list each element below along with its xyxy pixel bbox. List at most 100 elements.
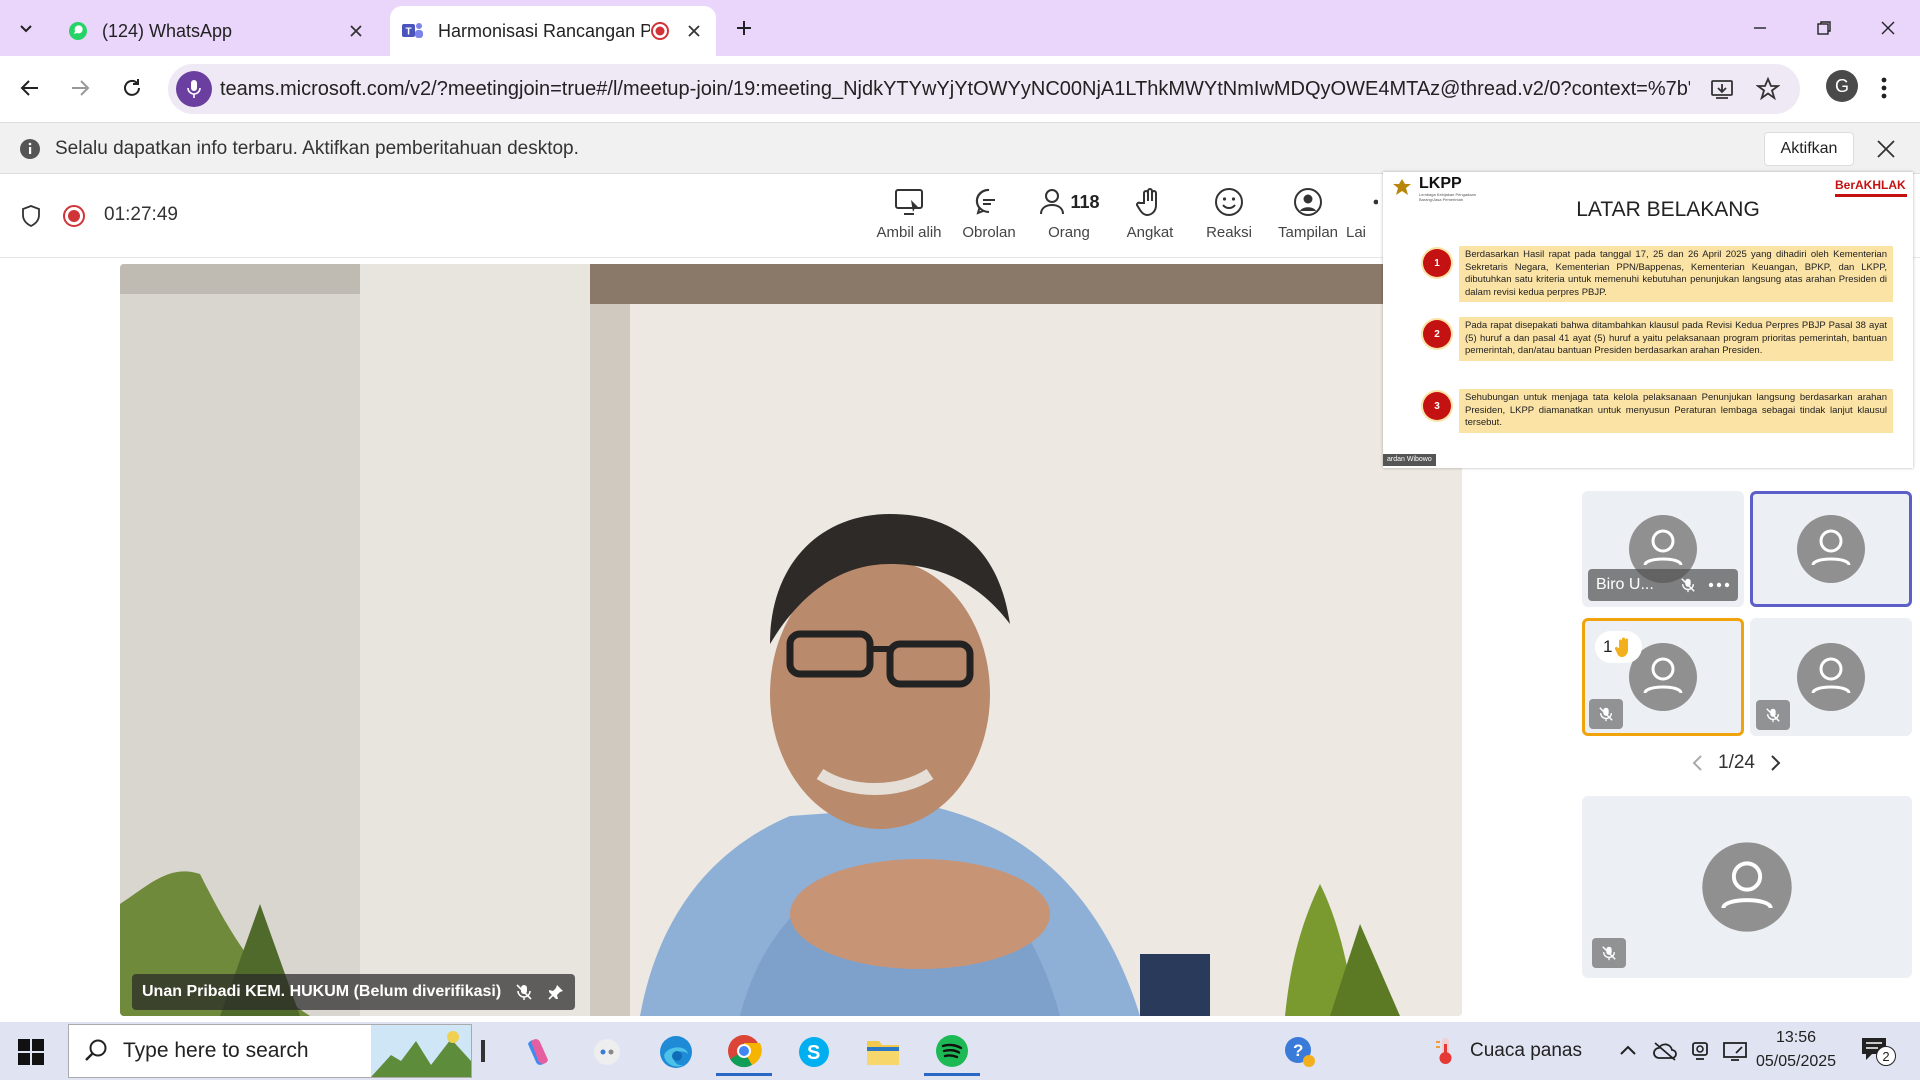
mic-off-icon	[1766, 708, 1780, 723]
tab-teams-meeting[interactable]: T Harmonisasi Rancangan Pe	[390, 6, 716, 56]
more-button[interactable]: Lai	[1346, 186, 1386, 241]
new-tab-button[interactable]	[728, 12, 760, 44]
back-button[interactable]	[10, 68, 50, 108]
participant-tile-speaking[interactable]	[1750, 491, 1912, 607]
self-view-tile[interactable]	[1582, 796, 1912, 978]
tab-strip: (124) WhatsApp T Harmonisasi Rancangan P…	[0, 0, 1920, 56]
address-bar[interactable]: teams.microsoft.com/v2/?meetingjoin=true…	[168, 64, 1800, 114]
participant-name: Unan Pribadi KEM. HUKUM (Belum diverifik…	[142, 983, 502, 1000]
task-view-divider	[481, 1040, 485, 1062]
browser-toolbar: teams.microsoft.com/v2/?meetingjoin=true…	[0, 56, 1920, 122]
taskbar-app-meet[interactable]	[579, 1028, 635, 1076]
chevron-down-icon	[20, 25, 32, 33]
close-icon	[350, 25, 362, 37]
tab-whatsapp[interactable]: (124) WhatsApp	[58, 6, 378, 56]
taskbar-app-edge[interactable]	[648, 1028, 704, 1076]
chevron-right-icon[interactable]	[1767, 753, 1783, 773]
shield-icon[interactable]	[20, 204, 42, 228]
minimize-button[interactable]	[1728, 0, 1792, 56]
more-options-icon[interactable]	[1708, 582, 1730, 588]
svg-text:T: T	[406, 27, 412, 38]
taskbar-app-skype[interactable]: S	[786, 1028, 842, 1076]
chat-button[interactable]: Obrolan	[949, 186, 1029, 241]
participant-tile-hand-raised[interactable]: 1	[1582, 618, 1744, 736]
hand-raised-count: 1	[1603, 637, 1613, 656]
tab-title: (124) WhatsApp	[102, 20, 233, 41]
raise-hand-label: Angkat	[1126, 224, 1174, 241]
main-participant-video[interactable]	[120, 264, 1462, 1016]
view-button[interactable]: Tampilan	[1268, 186, 1348, 241]
tile-mic-indicator	[1756, 700, 1790, 730]
close-icon	[1877, 140, 1895, 158]
self-mic-indicator	[1592, 938, 1626, 968]
close-tab-button[interactable]	[342, 17, 370, 45]
slide-title: LATAR BELAKANG	[1576, 198, 1760, 221]
notification-message: Selalu dapatkan info terbaru. Aktifkan p…	[55, 138, 579, 159]
mic-access-icon[interactable]	[176, 71, 212, 107]
participant-tile[interactable]: Biro U...	[1582, 491, 1744, 607]
take-control-button[interactable]: Ambil alih	[869, 186, 949, 241]
slide-item-text: Pada rapat disepakati bahwa ditambahkan …	[1459, 317, 1893, 361]
taskbar-app-chrome[interactable]	[716, 1028, 772, 1076]
close-icon	[688, 25, 700, 37]
raise-hand-button[interactable]: Angkat	[1110, 186, 1190, 241]
shared-content-slide[interactable]: LKPP Lembaga Kebijakan Pengadaan Barang/…	[1383, 172, 1913, 468]
browser-menu-button[interactable]	[1880, 76, 1888, 100]
desktop-notification-bar: Selalu dapatkan info terbaru. Aktifkan p…	[0, 122, 1920, 174]
close-tab-button[interactable]	[680, 17, 708, 45]
dismiss-notification-button[interactable]	[1876, 139, 1896, 159]
search-icon	[85, 1039, 107, 1061]
chevron-up-icon[interactable]	[1618, 1041, 1638, 1061]
forward-button[interactable]	[60, 68, 100, 108]
edge-icon	[660, 1036, 692, 1068]
chrome-icon	[728, 1034, 762, 1067]
slide-item: 1 Berdasarkan Hasil rapat pada tanggal 1…	[1423, 246, 1893, 303]
network-icon[interactable]	[1722, 1040, 1748, 1062]
close-window-button[interactable]	[1856, 0, 1920, 56]
more-icon	[1373, 199, 1378, 205]
tab-search-button[interactable]	[8, 12, 44, 44]
start-button[interactable]	[18, 1039, 44, 1065]
participant-tile[interactable]	[1750, 618, 1912, 736]
arrow-right-icon	[72, 80, 90, 96]
people-button[interactable]: 118 Orang	[1029, 186, 1109, 241]
person-avatar-icon	[1797, 643, 1865, 711]
enable-notifications-button[interactable]: Aktifkan	[1764, 132, 1854, 166]
reload-button[interactable]	[112, 68, 152, 108]
mic-off-icon	[1602, 946, 1616, 961]
camera-icon[interactable]	[1690, 1040, 1710, 1062]
bookmark-button[interactable]	[1756, 77, 1780, 101]
restore-button[interactable]	[1792, 0, 1856, 56]
clock-time: 13:56	[1775, 1029, 1817, 1046]
taskbar-app-spotify[interactable]	[924, 1028, 980, 1076]
view-icon	[1294, 188, 1322, 216]
profile-avatar[interactable]: G	[1826, 70, 1858, 102]
cloud-sync-icon[interactable]	[1652, 1040, 1678, 1062]
spotify-icon	[936, 1034, 968, 1067]
windows-logo-icon	[18, 1039, 44, 1065]
svg-text:?: ?	[1293, 1041, 1303, 1060]
chevron-left-icon[interactable]	[1690, 753, 1706, 773]
thermometer-icon	[1436, 1038, 1452, 1064]
taskbar-search-box[interactable]: Type here to search	[68, 1024, 472, 1078]
main-participant-nameplate: Unan Pribadi KEM. HUKUM (Belum diverifik…	[132, 974, 576, 1010]
gallery-pager: 1/24	[1690, 752, 1783, 774]
notification-count-badge: 2	[1876, 1046, 1896, 1066]
skype-icon: S	[799, 1037, 829, 1067]
person-avatar-icon	[1702, 842, 1792, 932]
take-control-icon	[895, 189, 923, 215]
install-app-button[interactable]	[1710, 77, 1734, 101]
microphone-icon	[187, 80, 201, 98]
slide-item-text: Sehubungan untuk menjaga tata kelola pel…	[1459, 389, 1893, 433]
taskbar-get-help[interactable]: ?	[1272, 1028, 1328, 1076]
taskbar-app-file-explorer[interactable]	[855, 1028, 911, 1076]
weather-widget[interactable]: Cuaca panas	[1432, 1022, 1582, 1080]
reaction-button[interactable]: Reaksi	[1189, 186, 1269, 241]
lkpp-logo-text: LKPP	[1419, 175, 1462, 192]
svg-text:S: S	[807, 1042, 820, 1064]
action-center-button[interactable]: 2	[1860, 1036, 1896, 1066]
view-label: Tampilan	[1277, 224, 1339, 241]
pin-icon[interactable]	[547, 983, 565, 1001]
taskbar-app-copilot[interactable]	[510, 1028, 566, 1076]
clock[interactable]: 13:56 05/05/2025	[1756, 1026, 1836, 1074]
